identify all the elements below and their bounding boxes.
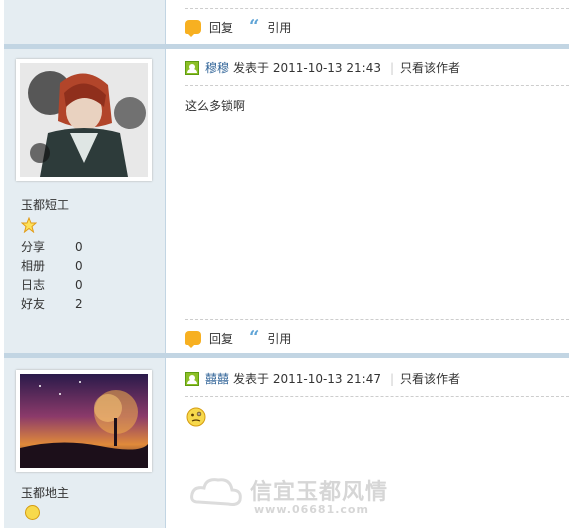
stat-value: 0 bbox=[75, 278, 83, 292]
stat-label: 分享 bbox=[21, 240, 46, 254]
only-author-link[interactable]: 只看该作者 bbox=[400, 59, 460, 77]
header-divider: | bbox=[389, 372, 395, 386]
reply-button[interactable]: 回复 bbox=[185, 330, 234, 348]
stat-label: 日志 bbox=[21, 278, 46, 292]
avatar-image bbox=[20, 374, 148, 468]
post-author[interactable]: 囍囍 bbox=[205, 370, 229, 388]
post-2-actions: 回复 “ 引用 bbox=[185, 328, 307, 348]
stat-value: 0 bbox=[75, 240, 83, 254]
online-user-icon bbox=[185, 372, 199, 386]
star-icon bbox=[21, 217, 37, 233]
post-1-divider bbox=[185, 8, 569, 9]
post-time: 发表于 2011-10-13 21:47 bbox=[233, 372, 381, 386]
post-1-actions: 回复 “ 引用 bbox=[185, 17, 307, 37]
avatar[interactable] bbox=[16, 370, 152, 472]
quote-label: 引用 bbox=[267, 331, 292, 346]
reply-icon bbox=[185, 20, 201, 37]
reply-icon bbox=[185, 331, 201, 348]
watermark-url: www.06681.com bbox=[254, 503, 369, 516]
post-3-header: 囍囍 发表于 2011-10-13 21:47 | 只看该作者 bbox=[185, 370, 460, 388]
username[interactable]: 玉都地主 bbox=[21, 484, 69, 501]
watermark-text: 信宜玉都风情 bbox=[250, 480, 389, 505]
only-author-link[interactable]: 只看该作者 bbox=[400, 370, 460, 388]
stat-album[interactable]: 相册 0 bbox=[21, 257, 91, 276]
header-divider: | bbox=[389, 61, 395, 75]
stat-label: 好友 bbox=[21, 297, 46, 311]
post-time: 发表于 2011-10-13 21:43 bbox=[233, 61, 381, 75]
stat-value: 2 bbox=[75, 297, 83, 311]
cloud-logo-icon bbox=[190, 478, 242, 506]
post-2-header: 穆穆 发表于 2011-10-13 21:43 | 只看该作者 bbox=[185, 59, 460, 77]
stat-blog[interactable]: 日志 0 bbox=[21, 276, 91, 295]
reply-button[interactable]: 回复 bbox=[185, 19, 234, 37]
quote-icon: “ bbox=[249, 16, 260, 37]
post-2-header-divider bbox=[185, 85, 569, 86]
quote-icon: “ bbox=[249, 327, 260, 348]
online-user-icon bbox=[185, 61, 199, 75]
quote-button[interactable]: “ 引用 bbox=[249, 16, 292, 37]
smiley-icon bbox=[25, 505, 40, 520]
quote-label: 引用 bbox=[267, 20, 292, 35]
thinking-smiley-icon bbox=[186, 407, 206, 427]
stat-label: 相册 bbox=[21, 259, 46, 273]
stat-value: 0 bbox=[75, 259, 83, 273]
user-stats: 分享 0 相册 0 日志 0 好友 2 bbox=[21, 238, 91, 314]
post-author[interactable]: 穆穆 bbox=[205, 59, 229, 77]
reply-label: 回复 bbox=[209, 20, 234, 35]
reply-label: 回复 bbox=[209, 331, 234, 346]
stat-friends[interactable]: 好友 2 bbox=[21, 295, 91, 314]
stat-share[interactable]: 分享 0 bbox=[21, 238, 91, 257]
post-3-header-divider bbox=[185, 396, 569, 397]
quote-button[interactable]: “ 引用 bbox=[249, 327, 292, 348]
post-2-footer-divider bbox=[185, 319, 569, 320]
post-content: 这么多锁啊 bbox=[185, 99, 246, 113]
avatar-image bbox=[20, 63, 148, 177]
post-1-sidebar bbox=[4, 0, 166, 44]
username[interactable]: 玉都短工 bbox=[21, 196, 69, 213]
avatar[interactable] bbox=[16, 59, 152, 181]
